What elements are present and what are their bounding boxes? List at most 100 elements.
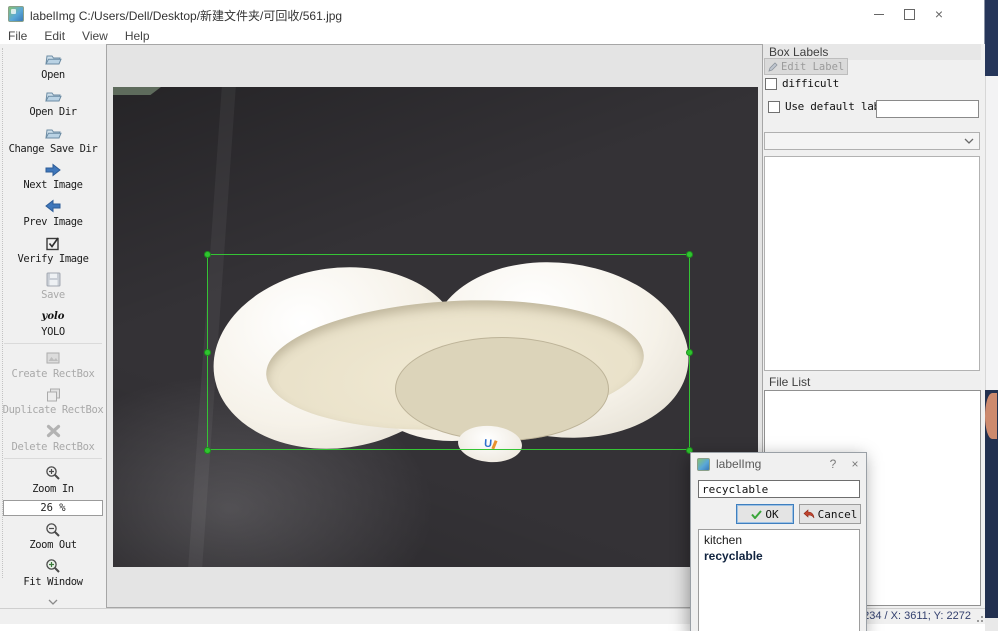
label-choice-list[interactable]: kitchen recyclable bbox=[698, 529, 860, 631]
toolbar-button-next-image[interactable]: Next Image bbox=[0, 158, 106, 195]
annotation-canvas[interactable]: U bbox=[106, 44, 763, 608]
change-save-dir-folder-icon bbox=[44, 125, 62, 142]
save-floppy-icon bbox=[46, 271, 61, 288]
cancel-button[interactable]: Cancel bbox=[799, 504, 861, 524]
toolbar-separator bbox=[4, 343, 102, 344]
label-dialog: labelImg ? × OK Cancel kitchen recyclabl… bbox=[690, 452, 867, 631]
toolbar-label: Verify Image bbox=[17, 253, 88, 265]
minimize-button[interactable] bbox=[864, 0, 894, 28]
use-default-label-row: Use default label bbox=[768, 100, 892, 113]
difficult-checkbox[interactable] bbox=[765, 78, 777, 90]
toolbar-label: Create RectBox bbox=[12, 368, 95, 380]
label-name-input[interactable] bbox=[698, 480, 860, 498]
toolbar-button-fit-window[interactable]: Fit Window bbox=[0, 554, 106, 591]
toolbar-button-zoom-out[interactable]: Zoom Out bbox=[0, 518, 106, 555]
bbox-handle-top-left[interactable] bbox=[204, 251, 211, 258]
create-rectbox-icon bbox=[46, 350, 61, 367]
toolbar-button-open[interactable]: Open bbox=[0, 48, 106, 85]
toolbar-button-change-save-dir[interactable]: Change Save Dir bbox=[0, 121, 106, 158]
screen: labelImg C:/Users/Dell/Desktop/新建文件夹/可回收… bbox=[0, 0, 998, 631]
file-list-header[interactable]: File List bbox=[763, 374, 981, 390]
minimize-icon bbox=[874, 14, 884, 15]
menu-file[interactable]: File bbox=[0, 29, 36, 43]
toolbar: Open Open Dir Change Save Dir Next Image bbox=[0, 44, 106, 608]
maximize-button[interactable] bbox=[894, 0, 924, 28]
default-label-input[interactable] bbox=[876, 100, 979, 118]
bbox-handle-mid-left[interactable] bbox=[204, 349, 211, 356]
toolbar-overflow-chevron-icon[interactable] bbox=[48, 594, 58, 608]
toolbar-label: Delete RectBox bbox=[12, 441, 95, 453]
toolbar-label: Save bbox=[41, 289, 65, 301]
fit-window-magnifier-icon bbox=[45, 558, 61, 575]
maximize-icon bbox=[904, 9, 915, 20]
dialog-close-button[interactable]: × bbox=[844, 457, 866, 471]
dialog-help-button[interactable]: ? bbox=[822, 457, 844, 471]
background-window-strip bbox=[985, 0, 998, 631]
resize-grip[interactable] bbox=[974, 613, 983, 622]
background-dark-top bbox=[985, 0, 998, 76]
toolbar-button-open-dir[interactable]: Open Dir bbox=[0, 85, 106, 122]
box-labels-list[interactable] bbox=[764, 156, 980, 371]
zoom-percentage-input[interactable]: 26 % bbox=[3, 500, 103, 516]
toolbar-separator bbox=[4, 458, 102, 459]
bbox-handle-mid-right[interactable] bbox=[686, 349, 693, 356]
photo-crushed-paper-cup: U bbox=[113, 87, 758, 567]
toolbar-button-create-rectbox[interactable]: Create RectBox bbox=[0, 346, 106, 383]
chevron-down-icon bbox=[964, 138, 974, 144]
toolbar-button-prev-image[interactable]: Prev Image bbox=[0, 195, 106, 232]
bbox-handle-bottom-left[interactable] bbox=[204, 447, 211, 454]
titlebar[interactable]: labelImg C:/Users/Dell/Desktop/新建文件夹/可回收… bbox=[0, 0, 984, 28]
open-dir-folder-icon bbox=[44, 88, 62, 105]
close-icon: × bbox=[935, 7, 943, 21]
ok-check-icon bbox=[751, 510, 762, 519]
use-default-label-checkbox[interactable] bbox=[768, 101, 780, 113]
toolbar-label: Zoom Out bbox=[29, 539, 76, 551]
verify-check-icon bbox=[45, 235, 61, 252]
dialog-titlebar[interactable]: labelImg ? × bbox=[691, 453, 866, 475]
toolbar-label: Fit Window bbox=[23, 576, 82, 588]
toolbar-button-verify-image[interactable]: Verify Image bbox=[0, 231, 106, 268]
ok-button[interactable]: OK bbox=[736, 504, 794, 524]
zoom-in-magnifier-icon bbox=[45, 465, 61, 482]
delete-rectbox-x-icon bbox=[46, 423, 61, 440]
background-dark-bottom bbox=[985, 390, 998, 618]
menu-view[interactable]: View bbox=[74, 29, 117, 43]
background-bottom-corner bbox=[985, 618, 998, 631]
edit-label-button[interactable]: Edit Label bbox=[764, 58, 848, 75]
toolbar-label: Open Dir bbox=[29, 106, 76, 118]
toolbar-button-delete-rectbox[interactable]: Delete RectBox bbox=[0, 420, 106, 457]
toolbar-label: Change Save Dir bbox=[9, 143, 98, 155]
menu-help[interactable]: Help bbox=[117, 29, 159, 43]
duplicate-rectbox-icon bbox=[46, 386, 61, 403]
toolbar-label: Prev Image bbox=[23, 216, 82, 228]
toolbar-label: YOLO bbox=[41, 326, 65, 338]
background-light-middle bbox=[985, 76, 998, 390]
edit-label-text: Edit Label bbox=[781, 61, 844, 73]
toolbar-button-save[interactable]: Save bbox=[0, 268, 106, 305]
label-choice-recyclable[interactable]: recyclable bbox=[699, 548, 859, 564]
background-photo-fragment bbox=[985, 393, 997, 439]
yolo-icon: yolo bbox=[42, 308, 65, 325]
toolbar-label: Next Image bbox=[23, 179, 82, 191]
prev-image-arrow-icon bbox=[45, 198, 61, 215]
menu-edit[interactable]: Edit bbox=[36, 29, 74, 43]
bbox-handle-top-right[interactable] bbox=[686, 251, 693, 258]
labelimg-dialog-icon bbox=[697, 458, 710, 471]
menubar: File Edit View Help bbox=[0, 28, 984, 44]
toolbar-button-yolo[interactable]: yolo YOLO bbox=[0, 305, 106, 342]
annotation-bbox[interactable] bbox=[207, 254, 690, 450]
label-choice-kitchen[interactable]: kitchen bbox=[699, 532, 859, 548]
toolbar-button-zoom-in[interactable]: Zoom In bbox=[0, 461, 106, 498]
label-combobox[interactable] bbox=[764, 132, 980, 150]
zoom-out-magnifier-icon bbox=[45, 521, 61, 538]
cancel-arrow-icon bbox=[803, 509, 815, 519]
window-controls: × bbox=[864, 0, 954, 28]
ok-label: OK bbox=[765, 508, 778, 521]
toolbar-button-duplicate-rectbox[interactable]: Duplicate RectBox bbox=[0, 383, 106, 420]
close-button[interactable]: × bbox=[924, 0, 954, 28]
toolbar-label: Open bbox=[41, 69, 65, 81]
difficult-label: difficult bbox=[782, 77, 839, 90]
difficult-row: difficult bbox=[765, 77, 839, 90]
labelimg-app-icon bbox=[8, 6, 24, 22]
dialog-title: labelImg bbox=[716, 457, 822, 471]
